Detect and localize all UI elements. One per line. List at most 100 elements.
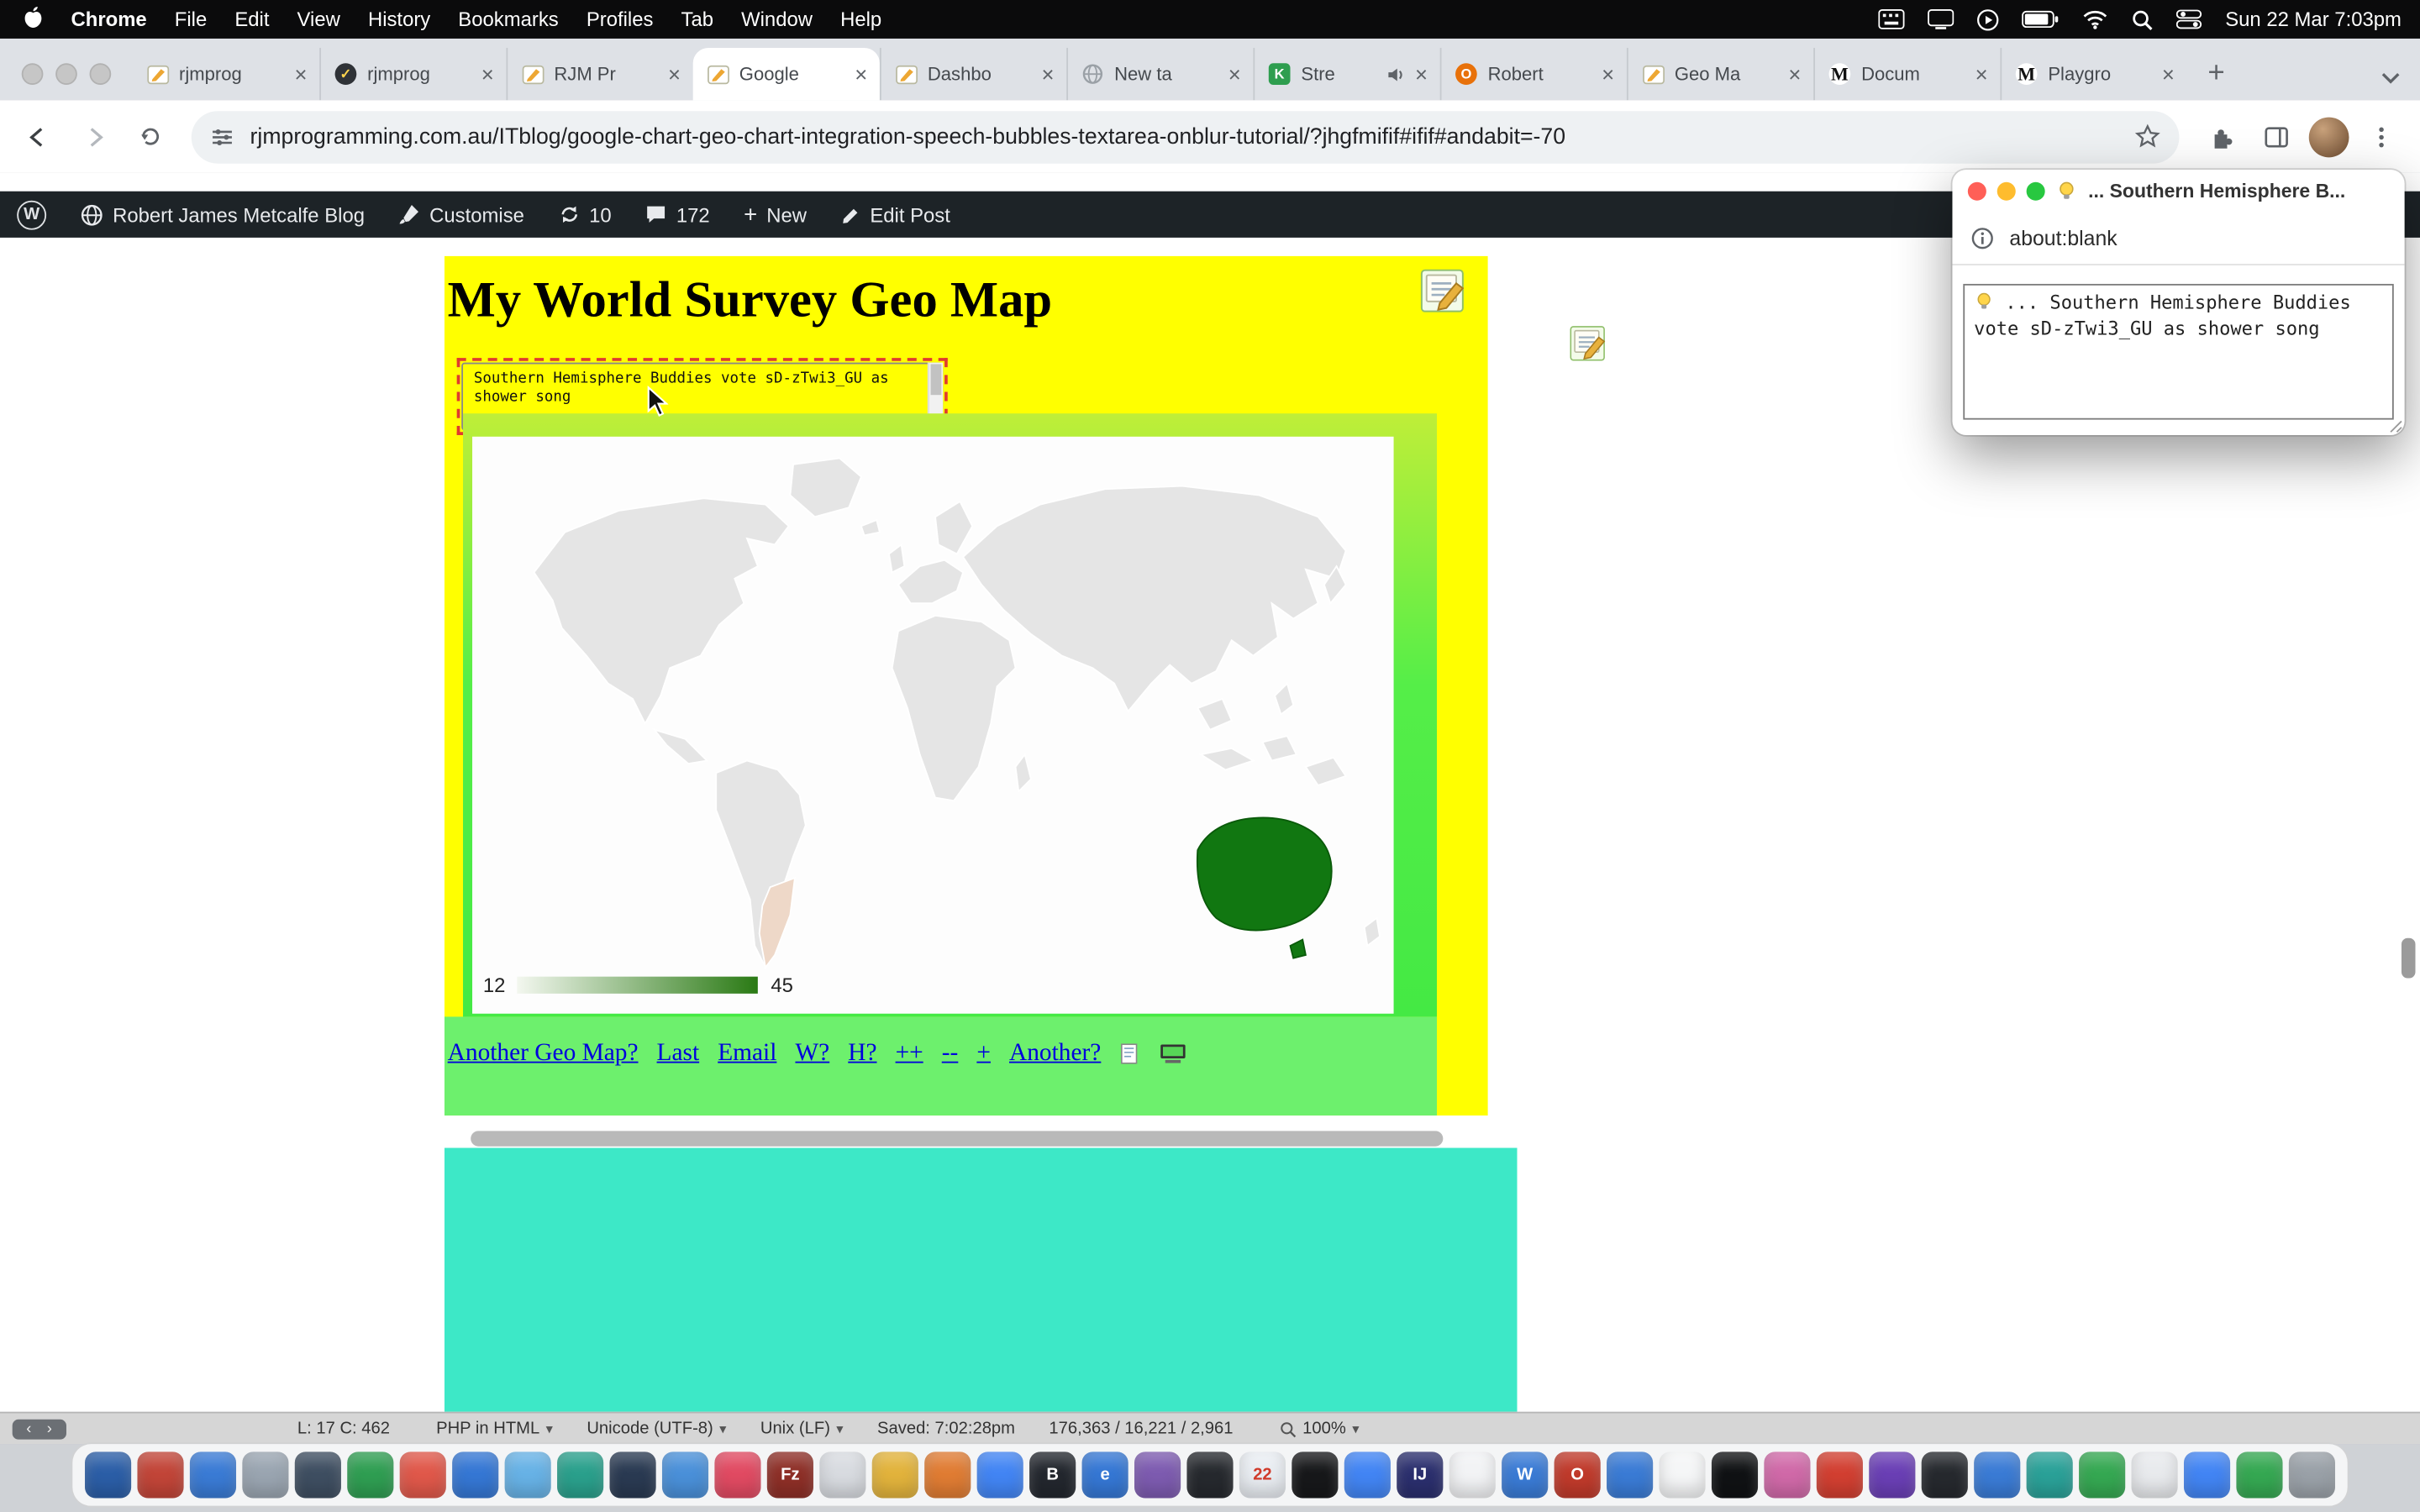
link-email[interactable]: Email	[718, 1040, 776, 1068]
popup-url[interactable]: about:blank	[2009, 227, 2117, 250]
popup-textarea[interactable]: ... Southern Hemisphere Buddies vote sD-…	[1963, 284, 2393, 420]
popup-titlebar[interactable]: ... Southern Hemisphere B...	[1952, 170, 2404, 213]
popup-addressbar[interactable]: about:blank	[1952, 213, 2404, 265]
dock-app-icon[interactable]	[1292, 1452, 1338, 1498]
window-zoom-button[interactable]	[90, 63, 112, 85]
dock-app-icon[interactable]	[1607, 1452, 1653, 1498]
link-another-geo-map[interactable]: Another Geo Map?	[448, 1040, 639, 1068]
bookmark-star-icon[interactable]	[2134, 123, 2160, 150]
dock-app-icon[interactable]	[1449, 1452, 1496, 1498]
new-tab-button[interactable]: +	[2193, 51, 2239, 97]
tab-rjm-pr[interactable]: RJM Pr ×	[506, 48, 692, 100]
address-bar[interactable]: rjmprogramming.com.au/ITblog/google-char…	[192, 110, 2180, 162]
dock-app-icon[interactable]	[557, 1452, 603, 1498]
doc-icon[interactable]	[1119, 1043, 1141, 1065]
map-region-australia-highlight[interactable]	[1197, 817, 1332, 930]
dock-app-icon-finder[interactable]	[85, 1452, 131, 1498]
memo-icon-floating[interactable]	[1568, 324, 1608, 372]
dock-app-icon[interactable]	[505, 1452, 551, 1498]
wp-logo-menu[interactable]: W	[0, 192, 63, 238]
dock-app-icon[interactable]	[714, 1452, 760, 1498]
tab-robert[interactable]: O Robert ×	[1440, 48, 1627, 100]
menu-tab[interactable]: Tab	[667, 8, 728, 31]
dock-app-icon[interactable]	[977, 1452, 1023, 1498]
encoding-select[interactable]: Unicode (UTF-8)▾	[587, 1420, 726, 1438]
link-w[interactable]: W?	[795, 1040, 829, 1068]
dock-app-icon[interactable]	[2184, 1452, 2230, 1498]
dock-app-icon[interactable]: Fz	[767, 1452, 813, 1498]
tab-audio-icon[interactable]	[1386, 64, 1406, 84]
tab-close-icon[interactable]: ×	[1975, 63, 1988, 85]
editor-nav-buttons[interactable]: ‹ ›	[13, 1419, 66, 1439]
url-text[interactable]: rjmprogramming.com.au/ITblog/google-char…	[250, 124, 2119, 149]
dock-app-icon[interactable]	[1764, 1452, 1810, 1498]
wp-comments-menu[interactable]: 172	[629, 192, 727, 238]
extensions-puzzle-icon[interactable]	[2198, 113, 2244, 160]
link-h[interactable]: H?	[848, 1040, 876, 1068]
site-settings-icon[interactable]	[210, 124, 234, 149]
tab-rjmprog-1[interactable]: rjmprog ×	[133, 48, 319, 100]
spotlight-search-icon[interactable]	[2131, 8, 2153, 30]
menu-profiles[interactable]: Profiles	[572, 8, 667, 31]
computer-icon[interactable]	[1160, 1043, 1187, 1065]
dock-app-icon[interactable]	[1712, 1452, 1758, 1498]
tab-close-icon[interactable]: ×	[481, 63, 494, 85]
control-center-icon[interactable]	[2175, 9, 2202, 29]
wp-new-menu[interactable]: + New	[727, 192, 823, 238]
tab-document[interactable]: M Docum ×	[1813, 48, 2000, 100]
tab-close-icon[interactable]: ×	[1041, 63, 1054, 85]
profile-avatar[interactable]	[2309, 117, 2349, 157]
link-plus[interactable]: +	[976, 1040, 991, 1068]
dock-app-icon[interactable]	[610, 1452, 656, 1498]
tab-close-icon[interactable]: ×	[1228, 63, 1241, 85]
link-plus-plus[interactable]: ++	[896, 1040, 923, 1068]
link-last[interactable]: Last	[657, 1040, 700, 1068]
language-mode-select[interactable]: PHP in HTML▾	[436, 1420, 553, 1438]
dock-app-icon[interactable]	[452, 1452, 498, 1498]
back-button[interactable]	[15, 113, 61, 160]
tab-google-active[interactable]: Google ×	[693, 48, 880, 100]
wp-customise-menu[interactable]: Customise	[381, 192, 541, 238]
tab-close-icon[interactable]: ×	[1415, 63, 1428, 85]
textarea-scrollbar-thumb[interactable]	[931, 364, 942, 395]
popup-minimize-button[interactable]	[1997, 182, 2016, 201]
dock-app-icon[interactable]	[662, 1452, 708, 1498]
tab-close-icon[interactable]: ×	[2162, 63, 2175, 85]
dock-app-icon[interactable]	[242, 1452, 288, 1498]
wp-edit-post-menu[interactable]: Edit Post	[823, 192, 967, 238]
dock-app-icon[interactable]	[400, 1452, 446, 1498]
line-ending-select[interactable]: Unix (LF)▾	[760, 1420, 844, 1438]
battery-icon[interactable]	[2022, 9, 2059, 29]
menu-help[interactable]: Help	[827, 8, 896, 31]
chrome-menu-kebab-icon[interactable]	[2359, 113, 2405, 160]
geochart[interactable]: 12 45	[472, 437, 1394, 1014]
tab-close-icon[interactable]: ×	[294, 63, 307, 85]
tab-search-chevron-icon[interactable]	[2380, 71, 2402, 85]
dock-app-icon[interactable]: B	[1029, 1452, 1076, 1498]
dock-app-icon[interactable]: O	[1555, 1452, 1601, 1498]
tab-geo-map[interactable]: Geo Ma ×	[1627, 48, 1813, 100]
info-icon[interactable]	[1971, 227, 1995, 250]
display-icon[interactable]	[1928, 9, 1954, 29]
dock-app-icon[interactable]	[190, 1452, 236, 1498]
dock-app-icon[interactable]: 22	[1239, 1452, 1286, 1498]
dock-app-icon[interactable]	[1186, 1452, 1233, 1498]
dock-app-icon[interactable]	[872, 1452, 918, 1498]
dock-app-icon[interactable]	[1817, 1452, 1863, 1498]
apple-menu[interactable]	[9, 5, 57, 33]
tab-playground[interactable]: M Playgro ×	[2000, 48, 2186, 100]
tab-close-icon[interactable]: ×	[855, 63, 867, 85]
dock-app-icon[interactable]	[1134, 1452, 1181, 1498]
menu-app-name[interactable]: Chrome	[57, 8, 160, 31]
popup-zoom-button[interactable]	[2027, 182, 2045, 201]
vertical-scrollbar-thumb[interactable]	[2402, 938, 2416, 979]
dock-app-icon[interactable]	[137, 1452, 183, 1498]
dock-app-icon[interactable]: IJ	[1397, 1452, 1443, 1498]
dock-app-icon[interactable]	[1344, 1452, 1391, 1498]
wp-updates-menu[interactable]: 10	[541, 192, 629, 238]
dock-app-icon[interactable]	[2079, 1452, 2125, 1498]
dock-app-icon[interactable]	[1659, 1452, 1705, 1498]
dock-app-icon[interactable]	[347, 1452, 393, 1498]
wifi-icon[interactable]	[2081, 9, 2107, 29]
nav-back-icon[interactable]: ‹	[26, 1420, 31, 1437]
